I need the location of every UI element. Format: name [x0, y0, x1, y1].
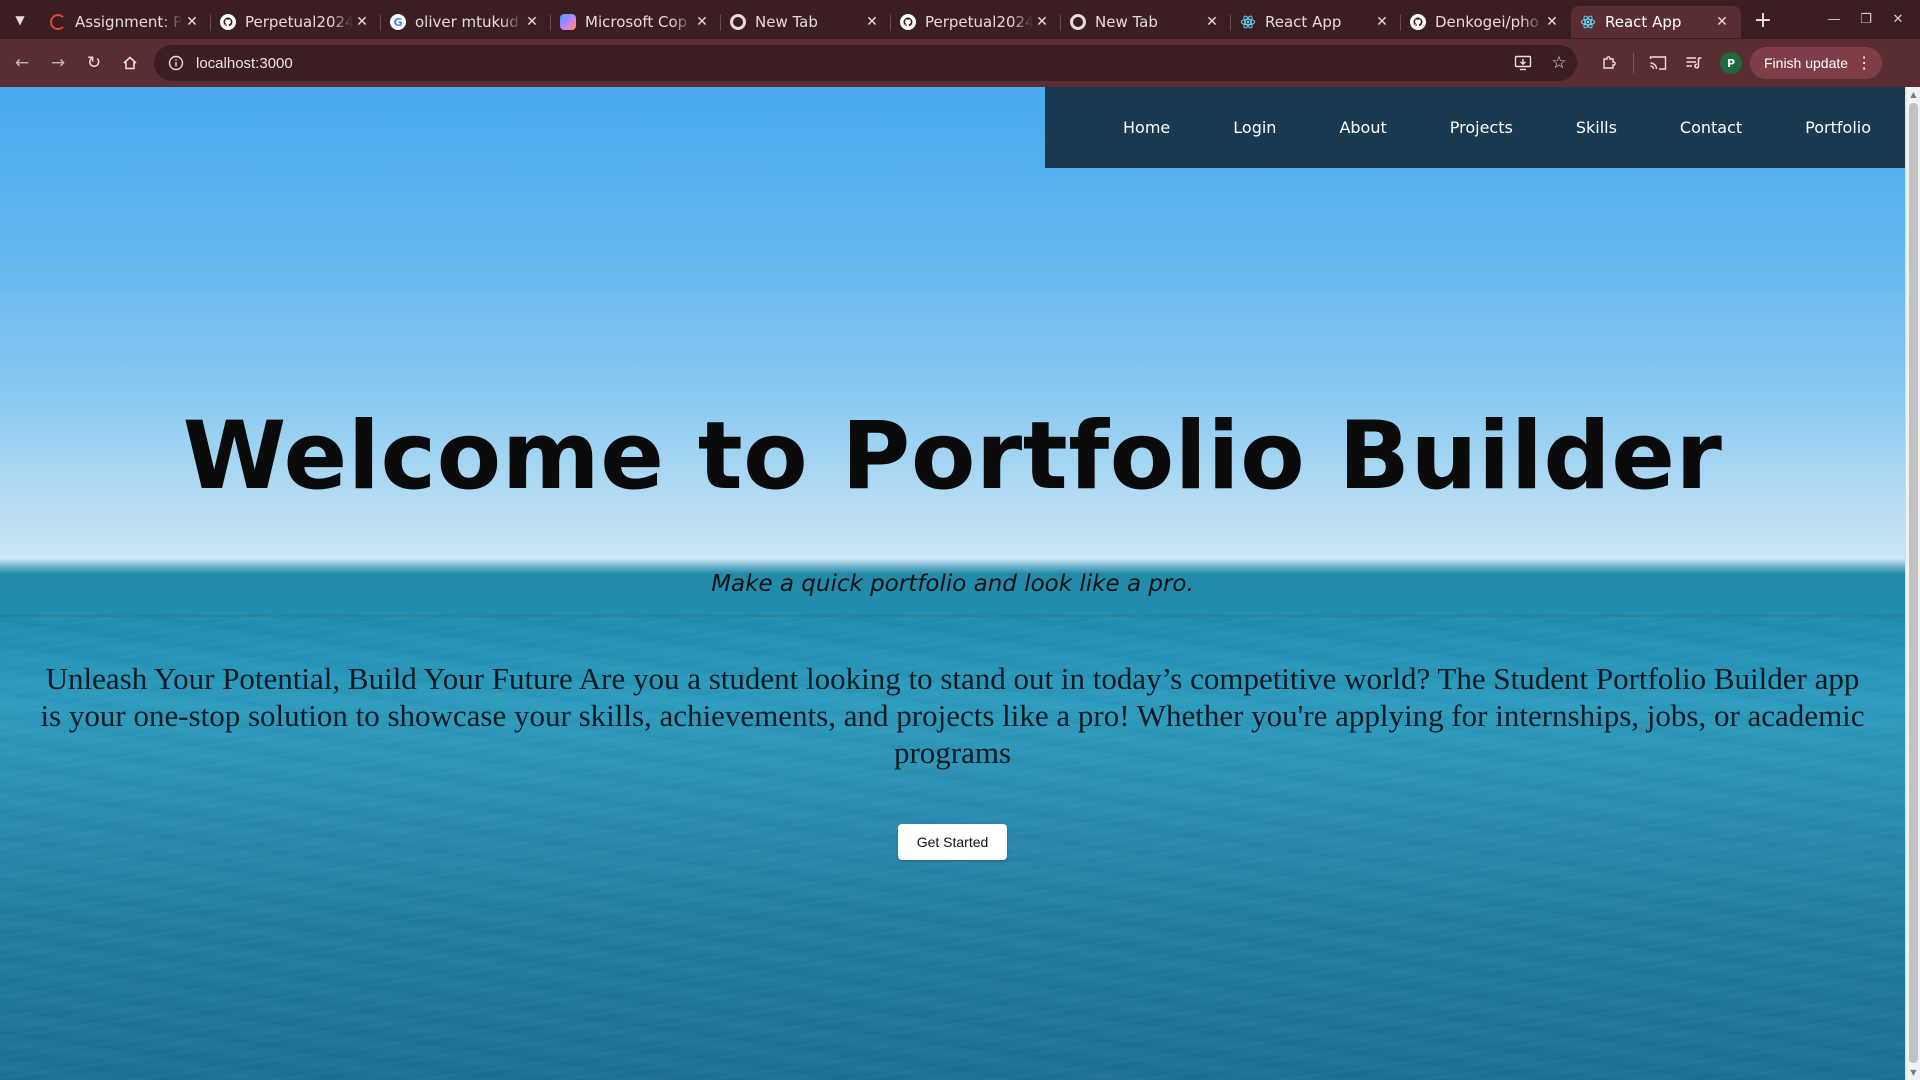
scroll-thumb[interactable]: [1909, 103, 1918, 1063]
tab-title: React App: [1265, 13, 1342, 31]
cast-icon[interactable]: [1640, 45, 1676, 81]
close-icon[interactable]: ✕: [353, 13, 371, 31]
google-icon: G: [390, 14, 406, 30]
media-queue-icon[interactable]: [1676, 45, 1712, 81]
tab[interactable]: Denkogei/pho ✕: [1400, 6, 1571, 38]
scroll-down-arrow-icon[interactable]: ▼: [1906, 1065, 1920, 1080]
tab[interactable]: Microsoft Cop ✕: [550, 6, 721, 38]
hero-description: Unleash Your Potential, Build Your Futur…: [40, 661, 1865, 770]
github-icon: [220, 14, 236, 30]
tab[interactable]: Perpetual2024 ✕: [890, 6, 1061, 38]
finish-update-button[interactable]: Finish update ⋮: [1750, 47, 1883, 79]
tab-active[interactable]: React App ✕: [1571, 6, 1741, 38]
chrome-icon: [730, 14, 746, 30]
loading-spinner-icon: [50, 14, 66, 30]
extensions-puzzle-icon[interactable]: [1591, 45, 1627, 81]
close-icon[interactable]: ✕: [183, 13, 201, 31]
browser-toolbar: ← → ↻ localhost:3000 ☆ P Finish update ⋮: [0, 39, 1920, 87]
page-viewport: Home Login About Projects Skills Contact…: [0, 87, 1905, 1080]
finish-update-label: Finish update: [1764, 55, 1849, 71]
more-vert-icon: ⋮: [1856, 55, 1873, 72]
close-window-icon[interactable]: ✕: [1882, 5, 1914, 33]
tab[interactable]: New Tab ✕: [720, 6, 891, 38]
github-icon: [900, 14, 916, 30]
close-icon[interactable]: ✕: [1373, 13, 1391, 31]
tab[interactable]: G oliver mtukud ✕: [380, 6, 551, 38]
close-icon[interactable]: ✕: [1033, 13, 1051, 31]
new-tab-plus-icon[interactable]: +: [1749, 7, 1777, 35]
close-icon[interactable]: ✕: [1203, 13, 1221, 31]
window-controls: — ❐ ✕: [1818, 5, 1914, 33]
tab-title: React App: [1605, 13, 1682, 31]
tab-search-chevron-icon[interactable]: ▼: [5, 5, 35, 35]
url-text: localhost:3000: [196, 54, 293, 72]
site-info-icon[interactable]: [164, 51, 188, 75]
tab-list: Assignment: P ✕ Perpetual2024 ✕ G oliver…: [41, 0, 1741, 39]
tab-strip: ▼ Assignment: P ✕ Perpetual2024 ✕ G oliv…: [0, 0, 1920, 39]
forward-arrow-icon[interactable]: →: [40, 45, 76, 81]
tab-title: Perpetual2024: [925, 13, 1033, 31]
tab-title: New Tab: [1095, 13, 1158, 31]
bookmark-star-icon[interactable]: ☆: [1541, 45, 1577, 81]
nav-link-projects[interactable]: Projects: [1450, 118, 1513, 137]
close-icon[interactable]: ✕: [1543, 13, 1561, 31]
horizon-line: [0, 614, 1905, 617]
hero-title: Welcome to Portfolio Builder: [182, 402, 1723, 511]
nav-link-portfolio[interactable]: Portfolio: [1805, 118, 1871, 137]
install-app-icon[interactable]: [1505, 45, 1541, 81]
hero-subtitle: Make a quick portfolio and look like a p…: [711, 571, 1194, 597]
reload-icon[interactable]: ↻: [76, 45, 112, 81]
nav-link-about[interactable]: About: [1339, 118, 1386, 137]
profile-avatar[interactable]: P: [1720, 52, 1742, 74]
back-arrow-icon[interactable]: ←: [4, 45, 40, 81]
close-icon[interactable]: ✕: [1713, 13, 1731, 31]
chrome-icon: [1070, 14, 1086, 30]
tab[interactable]: Assignment: P ✕: [41, 6, 211, 38]
tab-title: Microsoft Cop: [585, 13, 688, 31]
home-icon[interactable]: [112, 45, 148, 81]
scroll-up-arrow-icon[interactable]: ▲: [1906, 87, 1920, 102]
tab-title: Denkogei/pho: [1435, 13, 1539, 31]
tab-title: Perpetual2024: [245, 13, 353, 31]
close-icon[interactable]: ✕: [863, 13, 881, 31]
github-icon: [1410, 14, 1426, 30]
address-bar[interactable]: localhost:3000 ☆: [154, 45, 1577, 81]
restore-icon[interactable]: ❐: [1850, 5, 1882, 33]
tab[interactable]: React App ✕: [1230, 6, 1401, 38]
close-icon[interactable]: ✕: [523, 13, 541, 31]
tab-title: Assignment: P: [75, 13, 183, 31]
get-started-button[interactable]: Get Started: [898, 824, 1007, 860]
top-navbar: Home Login About Projects Skills Contact…: [1045, 87, 1905, 168]
tab[interactable]: New Tab ✕: [1060, 6, 1231, 38]
copilot-icon: [560, 14, 576, 30]
nav-link-skills[interactable]: Skills: [1576, 118, 1617, 137]
minimize-icon[interactable]: —: [1818, 5, 1850, 33]
nav-link-home[interactable]: Home: [1123, 118, 1170, 137]
toolbar-divider: [1633, 53, 1634, 73]
react-icon: [1240, 14, 1256, 30]
close-icon[interactable]: ✕: [693, 13, 711, 31]
tab-title: oliver mtukud: [415, 13, 519, 31]
tab-title: New Tab: [755, 13, 818, 31]
nav-link-login[interactable]: Login: [1233, 118, 1276, 137]
tab[interactable]: Perpetual2024 ✕: [210, 6, 381, 38]
nav-link-contact[interactable]: Contact: [1680, 118, 1742, 137]
react-icon: [1580, 14, 1596, 30]
vertical-scrollbar[interactable]: ▲ ▼: [1905, 87, 1920, 1080]
